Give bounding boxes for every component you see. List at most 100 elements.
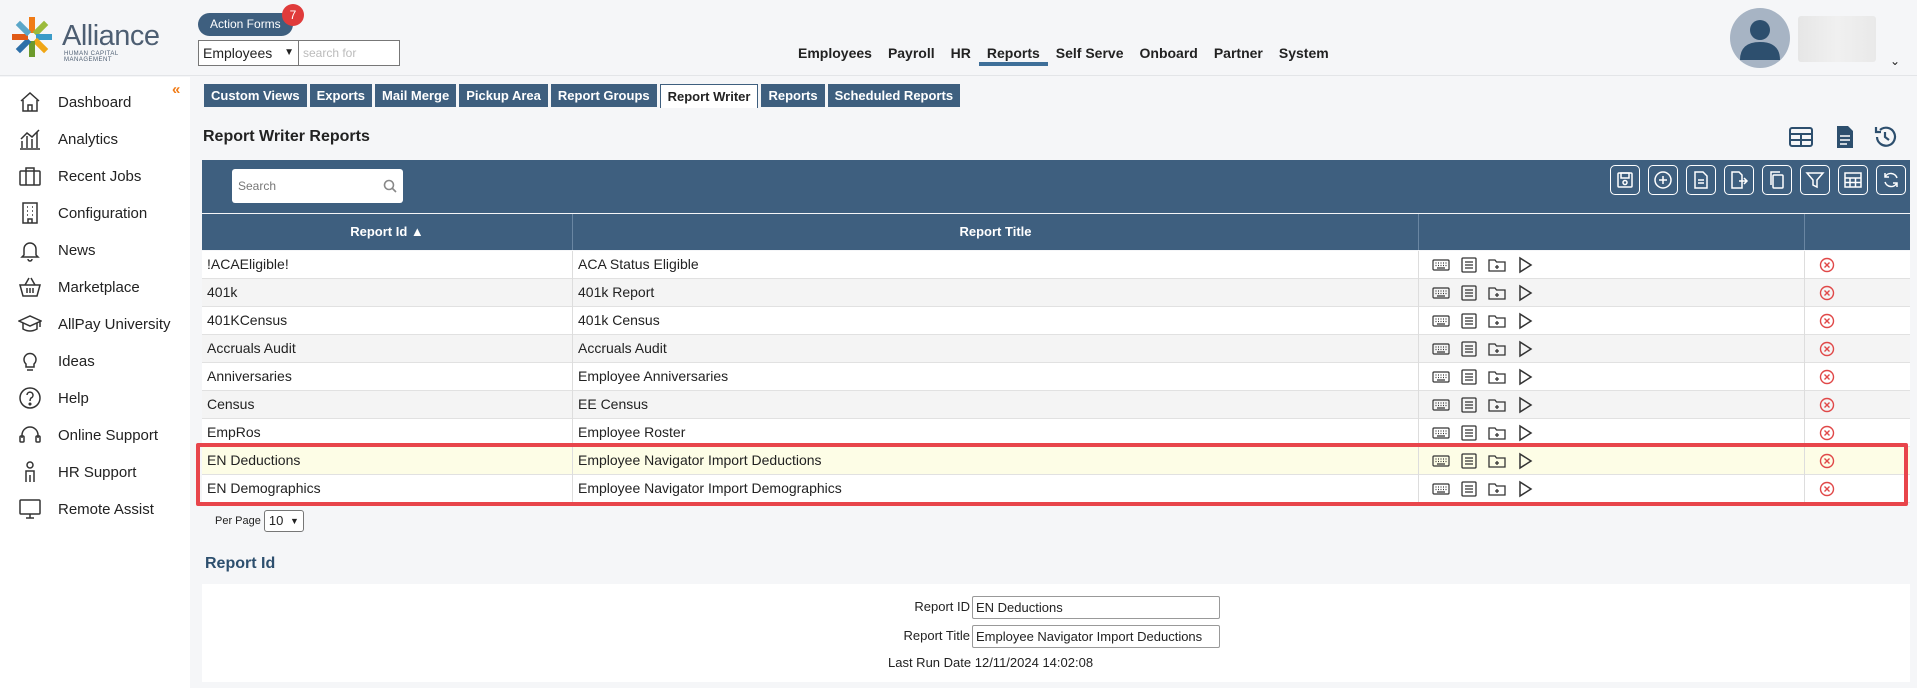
table-row[interactable]: 401KCensus 401k Census bbox=[202, 307, 1910, 335]
tab-report-groups[interactable]: Report Groups bbox=[550, 84, 657, 107]
table-row[interactable]: Anniversaries Employee Anniversaries bbox=[202, 363, 1910, 391]
table-row[interactable]: Accruals Audit Accruals Audit bbox=[202, 335, 1910, 363]
grid-search-input[interactable]: Search bbox=[232, 169, 403, 203]
add-button[interactable] bbox=[1648, 165, 1678, 195]
add-to-folder-button[interactable] bbox=[1488, 452, 1506, 473]
details-button[interactable] bbox=[1460, 480, 1478, 501]
add-to-folder-button[interactable] bbox=[1488, 284, 1506, 305]
cell-report-id[interactable]: Census bbox=[202, 391, 573, 419]
cell-report-title[interactable]: 401k Report bbox=[573, 279, 1419, 307]
delete-row-button[interactable] bbox=[1819, 313, 1835, 332]
cell-report-title[interactable]: Employee Roster bbox=[573, 419, 1419, 447]
sidebar-item-allpay-university[interactable]: AllPay University bbox=[18, 309, 171, 339]
nav-system[interactable]: System bbox=[1271, 44, 1337, 66]
run-report-button[interactable] bbox=[1516, 424, 1534, 445]
new-document-button[interactable] bbox=[1686, 165, 1716, 195]
cell-report-id[interactable]: Accruals Audit bbox=[202, 335, 573, 363]
cell-report-id[interactable]: 401KCensus bbox=[202, 307, 573, 335]
edit-keyboard-button[interactable] bbox=[1432, 368, 1450, 389]
details-button[interactable] bbox=[1460, 340, 1478, 361]
column-header-report-id[interactable]: Report Id ▲ bbox=[202, 214, 573, 250]
table-row[interactable]: EN Demographics Employee Navigator Import… bbox=[202, 475, 1910, 503]
delete-row-button[interactable] bbox=[1819, 257, 1835, 276]
add-to-folder-button[interactable] bbox=[1488, 396, 1506, 417]
save-button[interactable] bbox=[1610, 165, 1640, 195]
sidebar-item-ideas[interactable]: Ideas bbox=[18, 346, 95, 376]
run-report-button[interactable] bbox=[1516, 312, 1534, 333]
sidebar-item-recent-jobs[interactable]: Recent Jobs bbox=[18, 161, 141, 191]
cell-report-title[interactable]: Accruals Audit bbox=[573, 335, 1419, 363]
delete-row-button[interactable] bbox=[1819, 369, 1835, 388]
user-avatar[interactable] bbox=[1730, 8, 1790, 68]
run-report-button[interactable] bbox=[1516, 452, 1534, 473]
delete-row-button[interactable] bbox=[1819, 453, 1835, 472]
add-to-folder-button[interactable] bbox=[1488, 340, 1506, 361]
run-report-button[interactable] bbox=[1516, 368, 1534, 389]
cell-report-id[interactable]: Anniversaries bbox=[202, 363, 573, 391]
alliance-logo[interactable]: Alliance HUMAN CAPITAL MANAGEMENT bbox=[8, 14, 160, 63]
details-button[interactable] bbox=[1460, 256, 1478, 277]
collapse-sidebar-icon[interactable]: « bbox=[172, 81, 180, 98]
sidebar-item-dashboard[interactable]: Dashboard bbox=[18, 87, 131, 117]
add-to-folder-button[interactable] bbox=[1488, 480, 1506, 501]
per-page-select[interactable]: 10 ▼ bbox=[263, 510, 304, 532]
details-button[interactable] bbox=[1460, 284, 1478, 305]
columns-button[interactable] bbox=[1838, 165, 1868, 195]
edit-keyboard-button[interactable] bbox=[1432, 480, 1450, 501]
tab-report-writer[interactable]: Report Writer bbox=[659, 84, 759, 108]
cell-report-id[interactable]: EmpRos bbox=[202, 419, 573, 447]
add-to-folder-button[interactable] bbox=[1488, 312, 1506, 333]
add-to-folder-button[interactable] bbox=[1488, 368, 1506, 389]
edit-keyboard-button[interactable] bbox=[1432, 424, 1450, 445]
run-report-button[interactable] bbox=[1516, 284, 1534, 305]
cell-report-title[interactable]: ACA Status Eligible bbox=[573, 251, 1419, 279]
nav-hr[interactable]: HR bbox=[943, 44, 979, 66]
sidebar-item-configuration[interactable]: Configuration bbox=[18, 198, 147, 228]
column-header-report-title[interactable]: Report Title bbox=[573, 214, 1419, 250]
tab-custom-views[interactable]: Custom Views bbox=[204, 84, 307, 107]
grid-view-button[interactable] bbox=[1788, 124, 1814, 150]
details-button[interactable] bbox=[1460, 424, 1478, 445]
edit-keyboard-button[interactable] bbox=[1432, 256, 1450, 277]
run-report-button[interactable] bbox=[1516, 340, 1534, 361]
nav-reports[interactable]: Reports bbox=[978, 44, 1048, 66]
table-row[interactable]: Census EE Census bbox=[202, 391, 1910, 419]
nav-onboard[interactable]: Onboard bbox=[1132, 44, 1206, 66]
details-button[interactable] bbox=[1460, 368, 1478, 389]
cell-report-id[interactable]: 401k bbox=[202, 279, 573, 307]
edit-keyboard-button[interactable] bbox=[1432, 312, 1450, 333]
add-to-folder-button[interactable] bbox=[1488, 256, 1506, 277]
sidebar-item-marketplace[interactable]: Marketplace bbox=[18, 272, 140, 302]
document-view-button[interactable] bbox=[1832, 124, 1858, 150]
sidebar-item-hr-support[interactable]: HR Support bbox=[18, 457, 136, 487]
tab-scheduled-reports[interactable]: Scheduled Reports bbox=[827, 84, 961, 107]
cell-report-id[interactable]: EN Deductions bbox=[202, 447, 573, 475]
delete-row-button[interactable] bbox=[1819, 341, 1835, 360]
cell-report-title[interactable]: Employee Anniversaries bbox=[573, 363, 1419, 391]
nav-self-serve[interactable]: Self Serve bbox=[1048, 44, 1132, 66]
table-row[interactable]: 401k 401k Report bbox=[202, 279, 1910, 307]
sidebar-item-help[interactable]: Help bbox=[18, 383, 89, 413]
report-id-input[interactable]: EN Deductions bbox=[972, 596, 1220, 619]
sidebar-item-news[interactable]: News bbox=[18, 235, 96, 265]
cell-report-title[interactable]: 401k Census bbox=[573, 307, 1419, 335]
nav-payroll[interactable]: Payroll bbox=[880, 44, 943, 66]
cell-report-title[interactable]: Employee Navigator Import Deductions bbox=[573, 447, 1419, 475]
edit-keyboard-button[interactable] bbox=[1432, 284, 1450, 305]
table-row[interactable]: !ACAEligible! ACA Status Eligible bbox=[202, 251, 1910, 279]
run-report-button[interactable] bbox=[1516, 256, 1534, 277]
nav-employees[interactable]: Employees bbox=[790, 44, 880, 66]
cell-report-title[interactable]: EE Census bbox=[573, 391, 1419, 419]
tab-mail-merge[interactable]: Mail Merge bbox=[375, 84, 457, 107]
delete-row-button[interactable] bbox=[1819, 397, 1835, 416]
delete-row-button[interactable] bbox=[1819, 425, 1835, 444]
tab-exports[interactable]: Exports bbox=[309, 84, 373, 107]
nav-partner[interactable]: Partner bbox=[1206, 44, 1271, 66]
sidebar-item-online-support[interactable]: Online Support bbox=[18, 420, 158, 450]
report-title-input[interactable]: Employee Navigator Import Deductions bbox=[972, 625, 1220, 648]
edit-keyboard-button[interactable] bbox=[1432, 396, 1450, 417]
edit-keyboard-button[interactable] bbox=[1432, 452, 1450, 473]
details-button[interactable] bbox=[1460, 396, 1478, 417]
cell-report-title[interactable]: Employee Navigator Import Demographics bbox=[573, 475, 1419, 503]
delete-row-button[interactable] bbox=[1819, 481, 1835, 500]
